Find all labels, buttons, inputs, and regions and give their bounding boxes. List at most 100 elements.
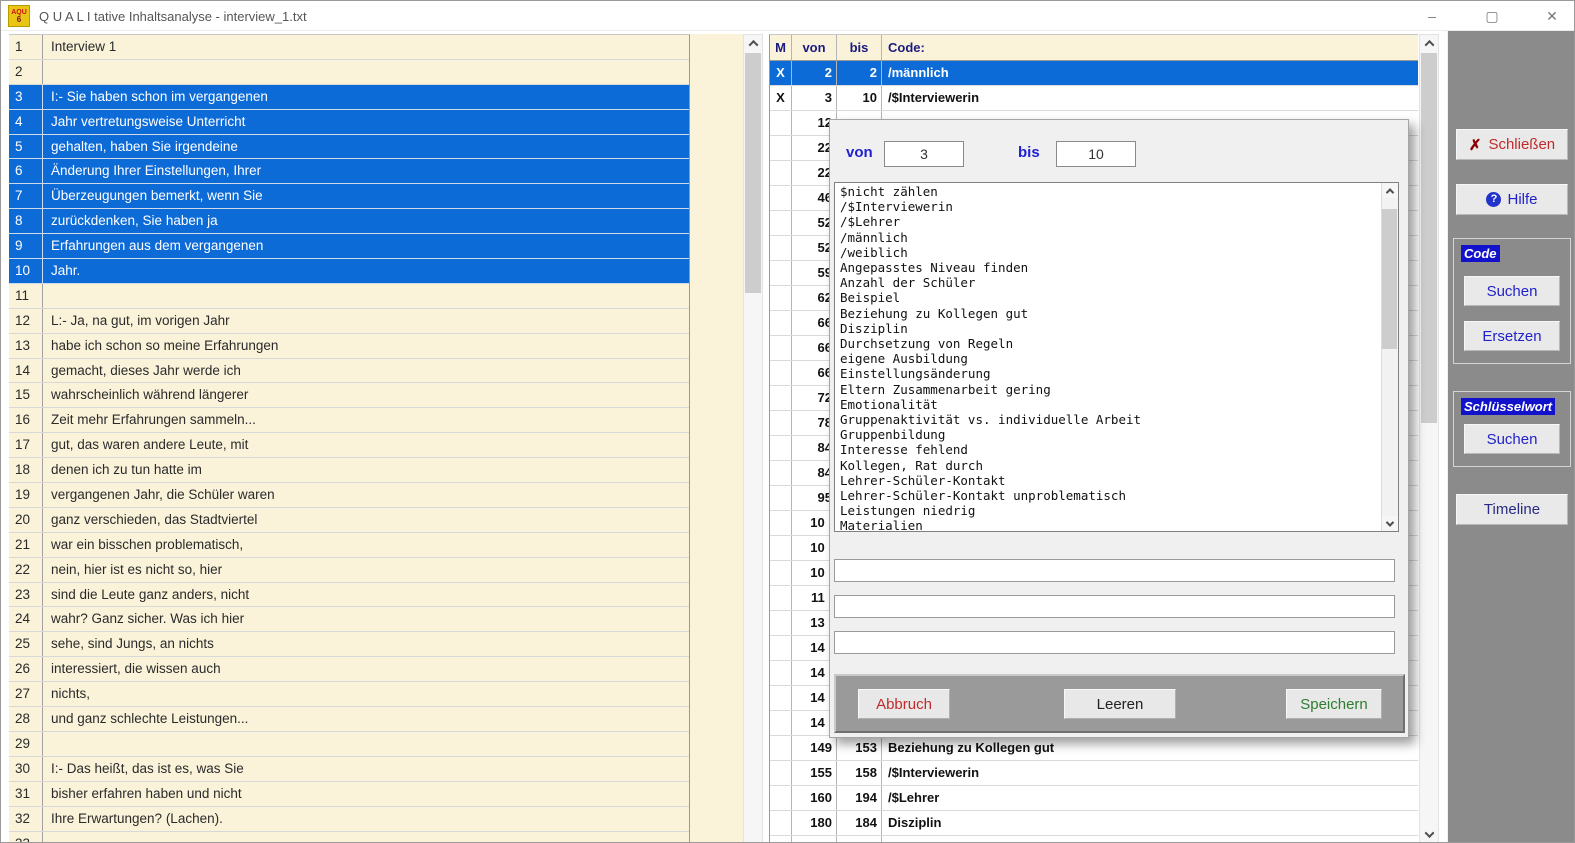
code-list-item[interactable]: Kollegen, Rat durch xyxy=(835,458,1381,473)
code-list-item[interactable]: Emotionalität xyxy=(835,397,1381,412)
code-list-item[interactable]: Leistungen niedrig xyxy=(835,503,1381,518)
transcript-row[interactable]: 6Änderung Ihrer Einstellungen, Ihrer xyxy=(9,159,689,184)
transcript-row[interactable]: 16Zeit mehr Erfahrungen sammeln... xyxy=(9,408,689,433)
code-row[interactable]: X310/$Interviewerin xyxy=(770,86,1418,111)
code-list-item[interactable]: Materialien xyxy=(835,518,1381,531)
speichern-button[interactable]: Speichern xyxy=(1286,689,1382,719)
leeren-button[interactable]: Leeren xyxy=(1064,689,1176,719)
code-row[interactable]: 155158/$Interviewerin xyxy=(770,761,1418,786)
line-text: zurückdenken, Sie haben ja xyxy=(43,209,689,233)
code-table-scrollbar[interactable] xyxy=(1419,34,1439,843)
transcript-row[interactable]: 29 xyxy=(9,732,689,757)
code-list-item[interactable]: Anzahl der Schüler xyxy=(835,275,1381,290)
line-number: 30 xyxy=(9,757,43,781)
transcript-row[interactable]: 26interessiert, die wissen auch xyxy=(9,657,689,682)
dialog-input-2[interactable] xyxy=(834,595,1395,618)
code-list-item[interactable]: Beziehung zu Kollegen gut xyxy=(835,306,1381,321)
transcript-scrollbar[interactable] xyxy=(743,34,763,843)
code-row[interactable]: X22/männlich xyxy=(770,61,1418,86)
transcript-row[interactable]: 8zurückdenken, Sie haben ja xyxy=(9,209,689,234)
scroll-up-icon[interactable] xyxy=(1420,35,1438,52)
transcript-row[interactable]: 1Interview 1 xyxy=(9,35,689,60)
transcript-row[interactable]: 27nichts, xyxy=(9,682,689,707)
transcript-row[interactable]: 14gemacht, dieses Jahr werde ich xyxy=(9,359,689,384)
transcript-row[interactable]: 25sehe, sind Jungs, an nichts xyxy=(9,632,689,657)
transcript-row[interactable]: 22nein, hier ist es nicht so, hier xyxy=(9,558,689,583)
code-suchen-button[interactable]: Suchen xyxy=(1464,276,1560,306)
transcript-row[interactable]: 12L:- Ja, na gut, im vorigen Jahr xyxy=(9,309,689,334)
code-list-item[interactable]: Lehrer-Schüler-Kontakt unproblematisch xyxy=(835,488,1381,503)
code-list-item[interactable]: /männlich xyxy=(835,230,1381,245)
schluesselwort-suchen-button[interactable]: Suchen xyxy=(1464,424,1560,454)
transcript-row[interactable]: 13habe ich schon so meine Erfahrungen xyxy=(9,334,689,359)
code-ersetzen-button[interactable]: Ersetzen xyxy=(1464,321,1560,351)
transcript-row[interactable]: 17gut, das waren andere Leute, mit xyxy=(9,433,689,458)
code-list-item[interactable]: Einstellungsänderung xyxy=(835,366,1381,381)
transcript-row[interactable]: 23sind die Leute ganz anders, nicht xyxy=(9,583,689,608)
code-list-item[interactable]: Durchsetzung von Regeln xyxy=(835,336,1381,351)
code-list-item[interactable]: Eltern Zusammenarbeit gering xyxy=(835,382,1381,397)
transcript-row[interactable]: 31bisher erfahren haben und nicht xyxy=(9,782,689,807)
code-list-item[interactable]: /weiblich xyxy=(835,245,1381,260)
minimize-button[interactable]: – xyxy=(1409,1,1455,31)
code-list-item[interactable]: Beispiel xyxy=(835,290,1381,305)
code-row[interactable]: 160194/$Lehrer xyxy=(770,786,1418,811)
code-list-item[interactable]: Disziplin xyxy=(835,321,1381,336)
transcript-row[interactable]: 18denen ich zu tun hatte im xyxy=(9,458,689,483)
transcript-row[interactable]: 21war ein bisschen problematisch, xyxy=(9,533,689,558)
code-list-item[interactable]: /$Interviewerin xyxy=(835,199,1381,214)
code-list-item[interactable]: Gruppenbildung xyxy=(835,427,1381,442)
transcript-row[interactable]: 7Überzeugungen bemerkt, wenn Sie xyxy=(9,184,689,209)
transcript-row[interactable]: 30I:- Das heißt, das ist es, was Sie xyxy=(9,757,689,782)
code-list-item[interactable]: Gruppenaktivität vs. individuelle Arbeit xyxy=(835,412,1381,427)
transcript-row[interactable]: 10Jahr. xyxy=(9,259,689,284)
transcript-row[interactable]: 9Erfahrungen aus dem vergangenen xyxy=(9,234,689,259)
code-list-item[interactable]: /$Lehrer xyxy=(835,214,1381,229)
code-row-marker xyxy=(770,111,792,135)
code-row[interactable]: 180184Disziplin xyxy=(770,811,1418,836)
scroll-down-icon[interactable] xyxy=(1420,826,1438,843)
transcript-row[interactable]: 32Ihre Erwartungen? (Lachen). xyxy=(9,807,689,832)
timeline-button[interactable]: Timeline xyxy=(1456,494,1568,525)
transcript-row[interactable]: 24wahr? Ganz sicher. Was ich hier xyxy=(9,607,689,632)
bis-input[interactable] xyxy=(1056,141,1136,167)
code-list-item[interactable]: Interesse fehlend xyxy=(835,442,1381,457)
transcript-row[interactable]: 2 xyxy=(9,60,689,85)
scrollbar-thumb[interactable] xyxy=(1382,209,1397,349)
listbox-scrollbar[interactable] xyxy=(1381,183,1398,531)
window-title: Q U A L I tative Inhaltsanalyse - interv… xyxy=(39,9,307,24)
transcript-row[interactable]: 33 xyxy=(9,832,689,843)
transcript-row[interactable]: 3I:- Sie haben schon im vergangenen xyxy=(9,85,689,110)
line-text: habe ich schon so meine Erfahrungen xyxy=(43,334,689,358)
dialog-input-3[interactable] xyxy=(834,631,1395,654)
transcript-row[interactable]: 4Jahr vertretungsweise Unterricht xyxy=(9,110,689,135)
transcript-row[interactable]: 11 xyxy=(9,284,689,309)
code-row[interactable]: 149153Beziehung zu Kollegen gut xyxy=(770,736,1418,761)
transcript-row[interactable]: 28und ganz schlechte Leistungen... xyxy=(9,707,689,732)
dialog-button-bar: Abbruch Leeren Speichern xyxy=(834,674,1405,733)
code-list-item[interactable]: Angepasstes Niveau finden xyxy=(835,260,1381,275)
transcript-row[interactable]: 5gehalten, haben Sie irgendeine xyxy=(9,135,689,160)
schliessen-button[interactable]: ✗ Schließen xyxy=(1456,129,1568,160)
von-input[interactable] xyxy=(884,141,964,167)
transcript-row[interactable]: 15wahrscheinlich während längerer xyxy=(9,383,689,408)
scrollbar-thumb[interactable] xyxy=(745,53,761,293)
scroll-down-icon[interactable] xyxy=(1382,516,1398,531)
maximize-button[interactable]: ▢ xyxy=(1469,1,1515,31)
transcript-row[interactable]: 19vergangenen Jahr, die Schüler waren xyxy=(9,483,689,508)
code-list-item[interactable]: Lehrer-Schüler-Kontakt xyxy=(835,473,1381,488)
scroll-up-icon[interactable] xyxy=(744,35,762,52)
code-row-marker xyxy=(770,811,792,835)
scrollbar-thumb[interactable] xyxy=(1421,53,1437,423)
code-listbox[interactable]: $nicht zählen/$Interviewerin/$Lehrer/män… xyxy=(834,182,1399,532)
code-row-marker xyxy=(770,211,792,235)
code-list-item[interactable]: eigene Ausbildung xyxy=(835,351,1381,366)
dialog-input-1[interactable] xyxy=(834,559,1395,582)
hilfe-button[interactable]: ? Hilfe xyxy=(1456,184,1568,215)
close-button[interactable]: ✕ xyxy=(1529,1,1575,31)
transcript-row[interactable]: 20ganz verschieden, das Stadtviertel xyxy=(9,508,689,533)
code-row[interactable]: 182184Probleme xyxy=(770,836,1418,843)
code-list-item[interactable]: $nicht zählen xyxy=(835,184,1381,199)
abbruch-button[interactable]: Abbruch xyxy=(858,689,950,719)
scroll-up-icon[interactable] xyxy=(1382,183,1398,198)
